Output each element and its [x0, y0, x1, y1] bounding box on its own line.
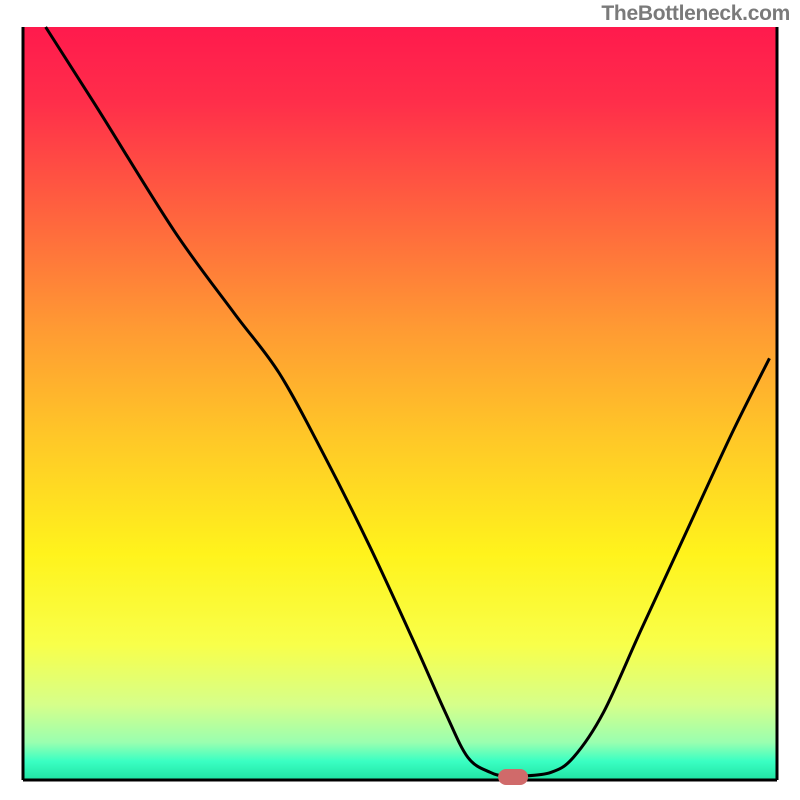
optimal-point-marker — [498, 769, 528, 785]
chart-container: TheBottleneck.com — [0, 0, 800, 800]
plot-background — [23, 27, 777, 780]
bottleneck-chart — [0, 0, 800, 800]
